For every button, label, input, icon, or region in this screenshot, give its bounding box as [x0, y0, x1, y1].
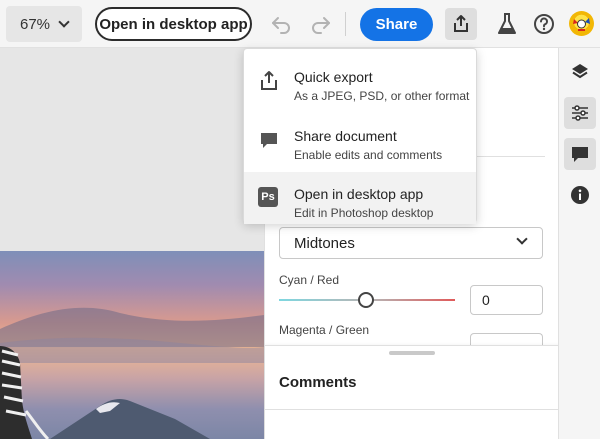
menu-item-share-document[interactable]: Share document Enable edits and comments — [244, 114, 476, 166]
landscape-artwork — [0, 307, 264, 439]
magenta-green-input[interactable] — [470, 333, 543, 345]
export-icon — [261, 71, 277, 90]
layers-icon — [572, 64, 588, 79]
menu-item-title: Share document — [294, 128, 397, 144]
menu-item-open-in-desktop[interactable]: Ps Open in desktop app Edit in Photoshop… — [244, 172, 476, 224]
document-image — [0, 251, 264, 439]
info-icon — [571, 186, 589, 204]
tone-range-select[interactable]: Midtones — [279, 227, 543, 259]
adjustments-button[interactable] — [564, 97, 596, 129]
photoshop-icon-text: Ps — [258, 187, 278, 207]
layers-button[interactable] — [564, 56, 596, 88]
menu-item-subtitle: Enable edits and comments — [294, 148, 443, 162]
info-button[interactable] — [564, 179, 596, 211]
share-button[interactable]: Share — [360, 8, 433, 41]
cyan-red-slider[interactable] — [279, 292, 455, 308]
chevron-down-icon — [58, 16, 70, 28]
magenta-green-label: Magenta / Green — [279, 323, 370, 337]
cyan-red-slider-handle[interactable] — [358, 292, 374, 308]
export-menu: Quick export As a JPEG, PSD, or other fo… — [243, 48, 477, 224]
help-icon[interactable] — [533, 13, 555, 35]
photoshop-icon: Ps — [258, 187, 280, 209]
sheet-drag-handle[interactable] — [389, 351, 435, 355]
comments-title: Comments — [279, 374, 357, 391]
open-in-desktop-button[interactable]: Open in desktop app — [95, 7, 252, 41]
menu-item-quick-export[interactable]: Quick export As a JPEG, PSD, or other fo… — [244, 55, 476, 107]
comment-icon — [261, 133, 277, 148]
undo-icon[interactable] — [269, 12, 293, 36]
export-button[interactable] — [445, 8, 477, 40]
zoom-value: 67% — [19, 15, 51, 33]
menu-item-title: Quick export — [294, 69, 373, 85]
canvas-area[interactable] — [0, 48, 264, 439]
export-icon — [454, 15, 468, 32]
sliders-icon — [572, 105, 588, 121]
top-toolbar: 67% Open in desktop app Share — [0, 0, 600, 48]
menu-item-title: Open in desktop app — [294, 186, 424, 202]
cyan-red-label: Cyan / Red — [279, 273, 340, 287]
right-rail — [558, 48, 600, 439]
comment-icon — [572, 147, 588, 162]
comments-button[interactable] — [564, 138, 596, 170]
comments-divider — [265, 409, 559, 410]
toolbar-divider — [345, 12, 346, 36]
menu-item-subtitle: Edit in Photoshop desktop — [294, 206, 434, 220]
redo-icon[interactable] — [309, 12, 333, 36]
zoom-dropdown[interactable]: 67% — [6, 6, 82, 42]
tone-range-value: Midtones — [294, 234, 355, 252]
beaker-icon[interactable] — [496, 12, 518, 36]
avatar[interactable] — [569, 11, 594, 36]
cyan-red-input[interactable]: 0 — [470, 285, 543, 315]
menu-item-subtitle: As a JPEG, PSD, or other format — [294, 89, 470, 103]
avatar-image — [573, 18, 590, 31]
chevron-down-icon — [516, 233, 528, 245]
comments-sheet: Comments — [265, 345, 559, 439]
